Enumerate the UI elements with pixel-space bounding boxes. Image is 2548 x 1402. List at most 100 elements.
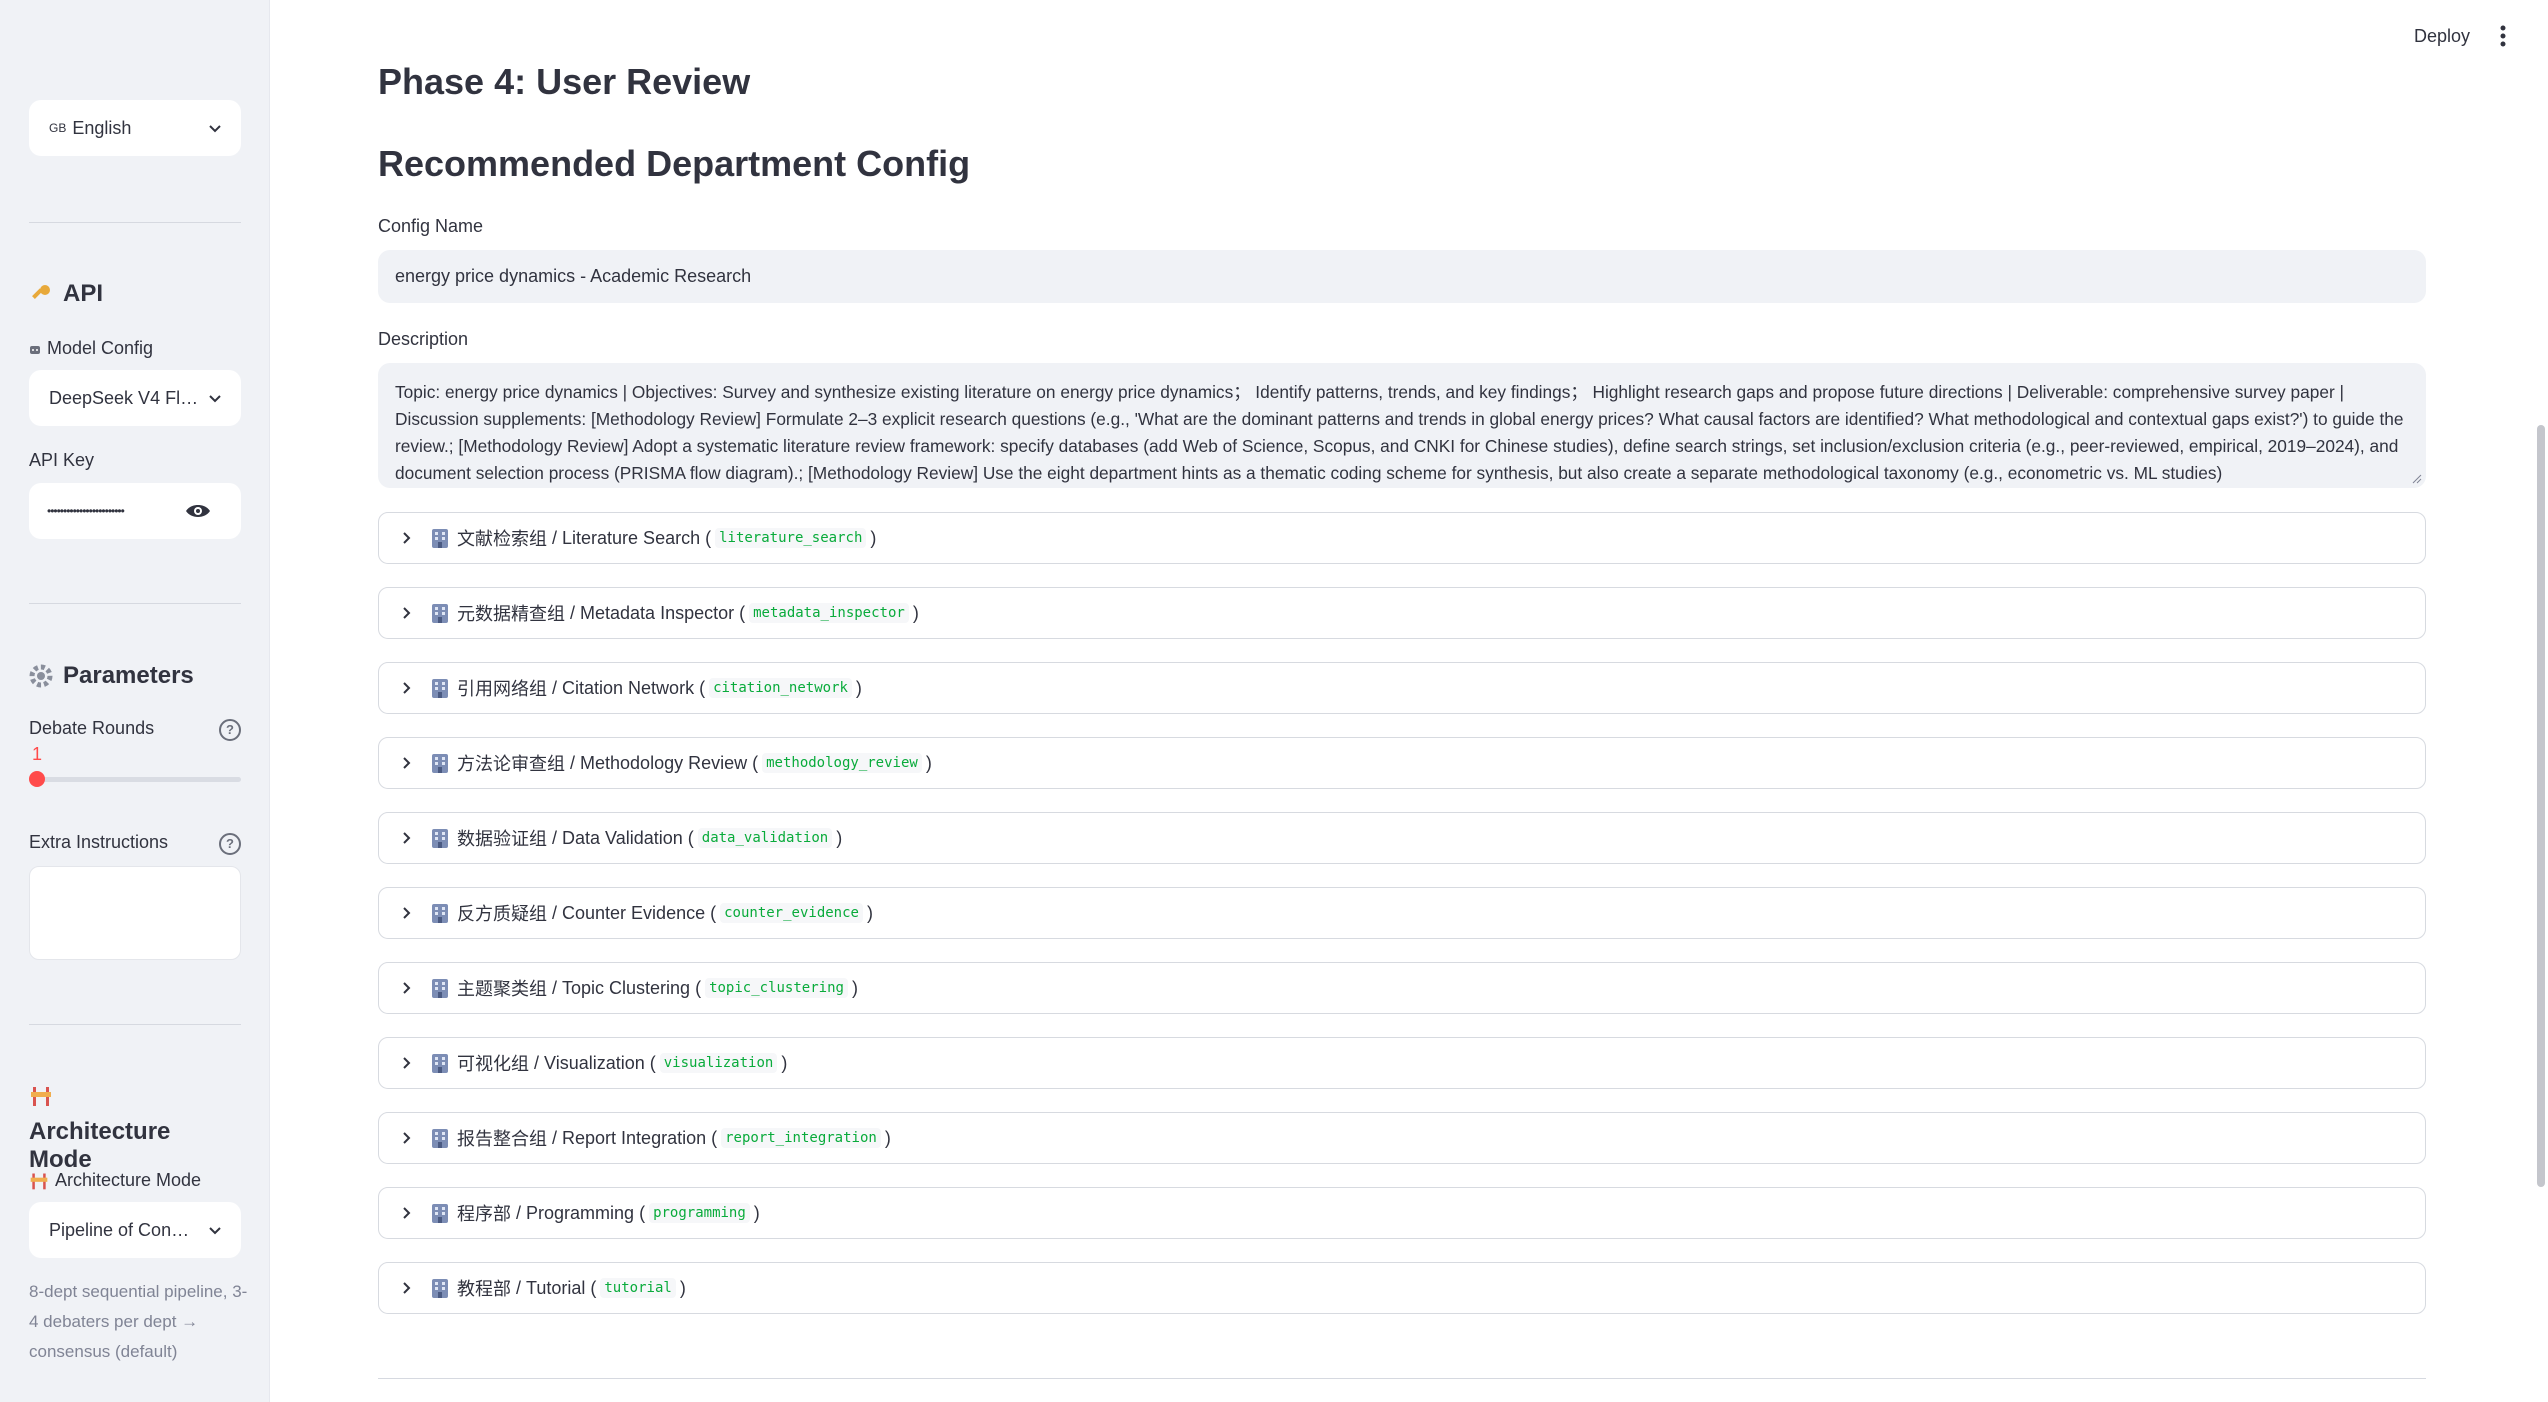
paren-close: )	[851, 977, 858, 998]
department-zh-name: 元数据精查组	[457, 604, 565, 624]
department-expander-metadata-inspector[interactable]: 元数据精查组 / Metadata Inspector (metadata_in…	[378, 587, 2426, 639]
flag-icon: GB	[49, 121, 67, 135]
department-key: data_validation	[697, 828, 833, 848]
separator: /	[511, 1202, 527, 1223]
paren-open: (	[682, 827, 694, 848]
department-key: counter_evidence	[720, 903, 863, 923]
architecture-mode-select[interactable]: Pipeline of Con…	[29, 1202, 241, 1258]
paren-open: (	[634, 1202, 646, 1223]
department-key: programming	[649, 1203, 750, 1223]
office-building-icon	[432, 1054, 448, 1073]
department-expander-data-validation[interactable]: 数据验证组 / Data Validation (data_validation…	[378, 812, 2426, 864]
paren-open: (	[585, 1277, 597, 1298]
department-en-name: Report Integration	[562, 1127, 707, 1148]
chevron-right-icon	[403, 1282, 411, 1294]
help-icon[interactable]: ?	[219, 833, 241, 855]
debate-rounds-label: Debate Rounds	[29, 718, 155, 738]
department-key: literature_search	[715, 528, 867, 548]
department-en-name: Counter Evidence	[562, 902, 706, 923]
office-building-icon	[432, 1279, 448, 1298]
department-expander-methodology-review[interactable]: 方法论审查组 / Methodology Review (methodology…	[378, 737, 2426, 789]
robot-icon	[30, 345, 40, 354]
chevron-down-icon	[209, 125, 221, 133]
department-expander-literature-search[interactable]: 文献检索组 / Literature Search (literature_se…	[378, 512, 2426, 564]
separator: /	[547, 527, 563, 548]
paren-open: (	[644, 1052, 656, 1073]
config-name-input[interactable]: energy price dynamics - Academic Researc…	[378, 250, 2426, 303]
api-key-input[interactable]: ••••••••••••••••••••••••	[29, 483, 241, 539]
department-expander-visualization[interactable]: 可视化组 / Visualization (visualization)	[378, 1037, 2426, 1089]
debate-rounds-value: 1	[32, 744, 43, 764]
department-en-name: Literature Search	[562, 527, 701, 548]
separator: /	[547, 977, 563, 998]
department-expander-topic-clustering[interactable]: 主题聚类组 / Topic Clustering (topic_clusteri…	[378, 962, 2426, 1014]
paren-close: )	[836, 827, 843, 848]
department-expander-programming[interactable]: 程序部 / Programming (programming)	[378, 1187, 2426, 1239]
chevron-right-icon	[403, 757, 411, 769]
phase-title: Phase 4: User Review	[378, 61, 751, 102]
paren-open: (	[705, 902, 717, 923]
deploy-button[interactable]: Deploy	[2414, 26, 2470, 47]
chevron-right-icon	[403, 682, 411, 694]
department-zh-name: 文献检索组	[457, 529, 547, 549]
scrollbar[interactable]	[2537, 425, 2545, 1187]
department-en-name: Tutorial	[526, 1277, 586, 1298]
gear-icon	[29, 664, 53, 688]
slider-thumb[interactable]	[29, 771, 45, 787]
department-key: methodology_review	[762, 753, 922, 773]
paren-close: )	[753, 1202, 760, 1223]
divider	[29, 222, 241, 223]
model-config-select[interactable]: DeepSeek V4 Fl…	[29, 370, 241, 426]
more-menu-icon[interactable]	[2500, 24, 2506, 48]
paren-close: )	[866, 902, 873, 923]
paren-open: (	[747, 752, 759, 773]
department-expander-report-integration[interactable]: 报告整合组 / Report Integration (report_integ…	[378, 1112, 2426, 1164]
chevron-down-icon	[209, 1227, 221, 1235]
office-building-icon	[432, 829, 448, 848]
paren-close: )	[884, 1127, 891, 1148]
department-zh-name: 报告整合组	[457, 1129, 547, 1149]
department-key: tutorial	[600, 1278, 676, 1298]
department-key: metadata_inspector	[749, 603, 909, 623]
department-zh-name: 方法论审查组	[457, 754, 565, 774]
office-building-icon	[432, 979, 448, 998]
api-key-label: API Key	[29, 450, 95, 470]
separator: /	[529, 1052, 545, 1073]
chevron-right-icon	[403, 607, 411, 619]
chevron-right-icon	[403, 1057, 411, 1069]
paren-open: (	[690, 977, 702, 998]
department-en-name: Topic Clustering	[562, 977, 691, 998]
separator: /	[547, 677, 563, 698]
paren-close: )	[870, 527, 877, 548]
eye-icon[interactable]	[185, 501, 211, 521]
department-expander-counter-evidence[interactable]: 反方质疑组 / Counter Evidence (counter_eviden…	[378, 887, 2426, 939]
chevron-right-icon	[403, 832, 411, 844]
construction-icon	[31, 1087, 51, 1106]
department-expander-tutorial[interactable]: 教程部 / Tutorial (tutorial)	[378, 1262, 2426, 1314]
sidebar: GB English API Model Config DeepSeek V4 …	[0, 0, 270, 1402]
department-zh-name: 可视化组	[457, 1054, 529, 1074]
help-icon[interactable]: ?	[219, 719, 241, 741]
chevron-down-icon	[209, 395, 221, 403]
paren-open: (	[694, 677, 706, 698]
department-expander-citation-network[interactable]: 引用网络组 / Citation Network (citation_netwo…	[378, 662, 2426, 714]
paren-open: (	[706, 1127, 718, 1148]
extra-instructions-textarea[interactable]	[29, 866, 241, 960]
chevron-right-icon	[403, 532, 411, 544]
extra-instructions-label: Extra Instructions	[29, 832, 169, 852]
paren-close: )	[679, 1277, 686, 1298]
department-en-name: Citation Network	[562, 677, 695, 698]
debate-rounds-slider[interactable]	[29, 777, 241, 782]
description-textarea[interactable]: Topic: energy price dynamics | Objective…	[378, 363, 2426, 488]
chevron-right-icon	[403, 982, 411, 994]
language-select[interactable]: GB English	[29, 100, 241, 156]
paren-close: )	[925, 752, 932, 773]
separator: /	[511, 1277, 527, 1298]
architecture-caption: 8-dept sequential pipeline, 3-4 debaters…	[29, 1282, 248, 1361]
paren-close: )	[781, 1052, 788, 1073]
description-label: Description	[378, 329, 469, 349]
resize-handle-icon[interactable]	[2412, 474, 2422, 484]
paren-open: (	[734, 602, 746, 623]
divider	[29, 603, 241, 604]
description-text: Topic: energy price dynamics | Objective…	[395, 382, 2404, 483]
